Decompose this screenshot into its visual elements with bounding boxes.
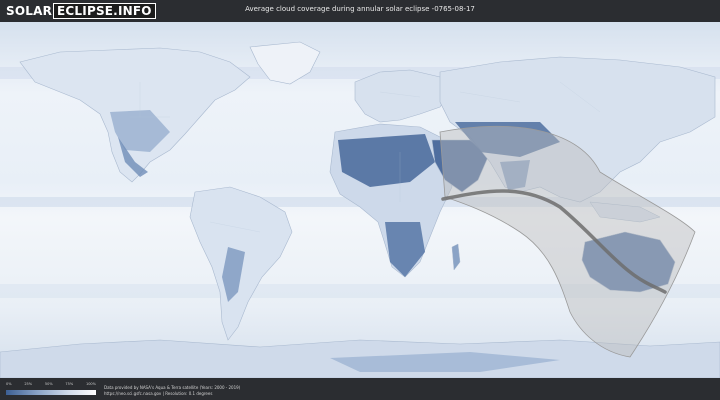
cloud-coverage-legend-bar bbox=[6, 390, 96, 395]
map-title: Average cloud coverage during annular so… bbox=[245, 5, 475, 13]
legend-tick: 100% bbox=[85, 382, 96, 386]
data-credit: Data provided by NASA's Aqua & Terra sat… bbox=[104, 385, 240, 397]
cloud-coverage-map bbox=[0, 22, 720, 378]
legend-ticks: 0% 25% 50% 75% 100% bbox=[6, 382, 96, 389]
bottom-bar: 0% 25% 50% 75% 100% Data provided by NAS… bbox=[0, 378, 720, 400]
legend-tick: 75% bbox=[65, 382, 74, 386]
world-map-svg bbox=[0, 22, 720, 378]
legend-tick: 25% bbox=[24, 382, 33, 386]
legend-tick: 0% bbox=[6, 382, 12, 386]
legend-tick: 50% bbox=[44, 382, 53, 386]
top-bar: SOLAR ECLIPSE.INFO Average cloud coverag… bbox=[0, 0, 720, 22]
credit-line-2[interactable]: https://neo.sci.gsfc.nasa.gov | Resoluti… bbox=[104, 391, 240, 397]
